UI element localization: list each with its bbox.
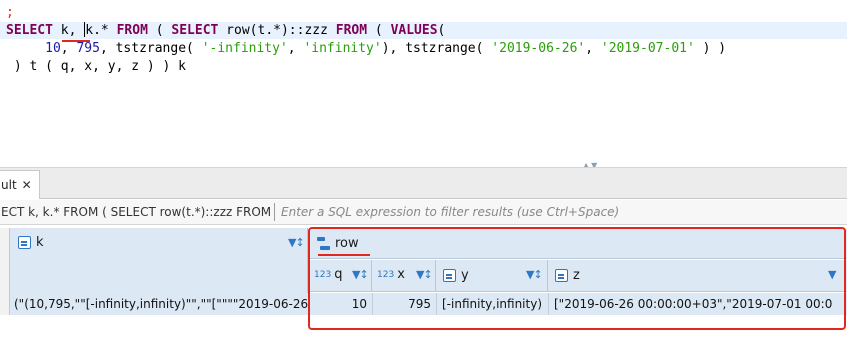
comma: , [287,41,304,56]
filter-bar: ECT k, k.* FROM ( SELECT row(t.*)::zzz F… [0,200,847,225]
string-date-end: '2019-07-01' [600,41,695,56]
paren-close: ) ) [694,41,727,56]
row-cast-expr: row(t.*)::zzz [218,23,336,38]
filter-input[interactable]: Enter a SQL expression to filter results… [281,205,619,219]
tab-result-label: ult [1,178,17,192]
code-line-2: SELECT k, k.* FROM ( SELECT row(t.*)::zz… [0,22,847,39]
results-tabbar: ult ✕ [0,167,847,199]
close-icon[interactable]: ✕ [22,179,32,191]
string-date-start: '2019-06-26' [491,41,586,56]
select-k: k, [52,23,77,38]
column-title-k: k [18,235,44,250]
tstzrange-call-2: ), tstzrange( [381,41,492,56]
sql-editor[interactable]: ; SELECT k, k.* FROM ( SELECT row(t.*)::… [0,0,847,167]
keyword-values: VALUES [390,23,438,38]
filter-separator [274,203,275,221]
tstzrange-call-1: , tstzrange( [99,41,202,56]
code-line-1: ; [6,4,14,21]
paren-open-2: ( [367,23,391,38]
code-line-3: 10, 795, tstzrange( '-infinity', 'infini… [6,40,726,57]
string-neg-infinity: '-infinity' [201,41,288,56]
column-label-k: k [36,235,44,250]
paren-open-3: ( [437,23,446,38]
keyword-select-inner: SELECT [171,23,219,38]
keyword-from: FROM [116,23,148,38]
string-infinity: 'infinity' [303,41,382,56]
cell-k[interactable]: ("(10,795,""[-infinity,infinity)"",""[""… [14,293,308,315]
filter-query-text: ECT k, k.* FROM ( SELECT row(t.*)::zzz F… [1,205,272,219]
select-kstar: k.* [85,23,117,38]
comma: , [585,41,601,56]
paren-open: ( [147,23,172,38]
row-number-cell[interactable] [0,293,10,315]
number-795: 795 [76,41,100,56]
comma: , [60,41,77,56]
row-group-highlight-box [308,227,846,330]
tab-result[interactable]: ult ✕ [0,170,40,199]
alias-clause: ) t ( q, x, y, z ) ) k [6,59,187,74]
k-highlight-underline [62,40,90,42]
attribute-icon [18,236,31,249]
number-10: 10 [45,41,61,56]
filter-sort-icon[interactable]: ▼↕ [288,236,305,249]
code-line-4: ) t ( q, x, y, z ) ) k [6,58,186,75]
keyword-select: SELECT [6,23,53,38]
keyword-from-inner: FROM [335,23,368,38]
semicolon: ; [6,5,14,20]
